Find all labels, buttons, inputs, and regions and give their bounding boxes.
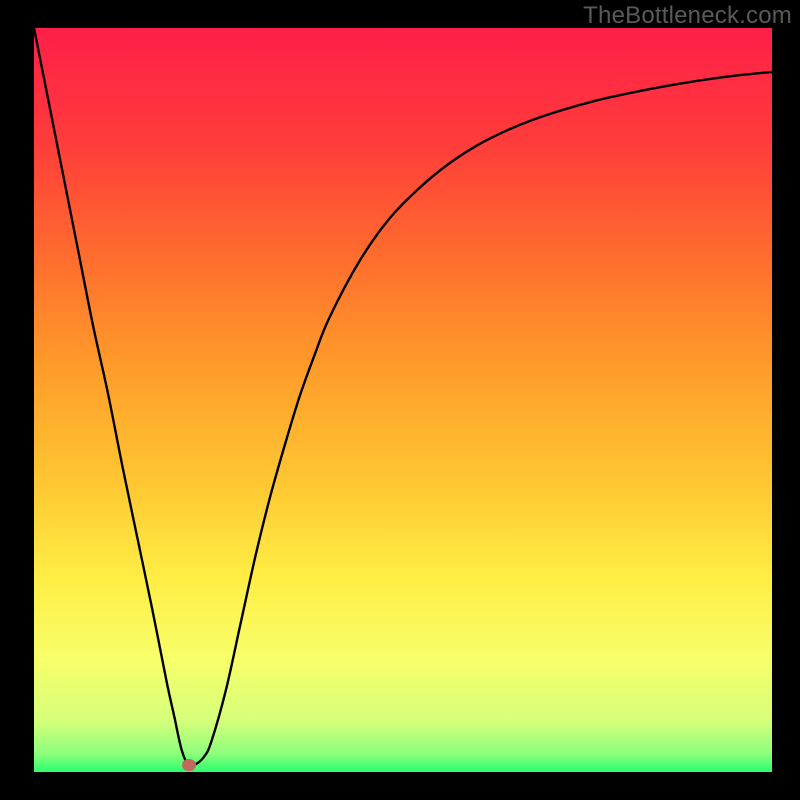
- plot-area: [34, 28, 772, 772]
- bottleneck-curve: [34, 28, 772, 767]
- optimum-marker: [182, 759, 196, 771]
- watermark-text: TheBottleneck.com: [583, 2, 792, 30]
- curve-layer: [34, 28, 772, 772]
- chart-frame: TheBottleneck.com: [0, 0, 800, 800]
